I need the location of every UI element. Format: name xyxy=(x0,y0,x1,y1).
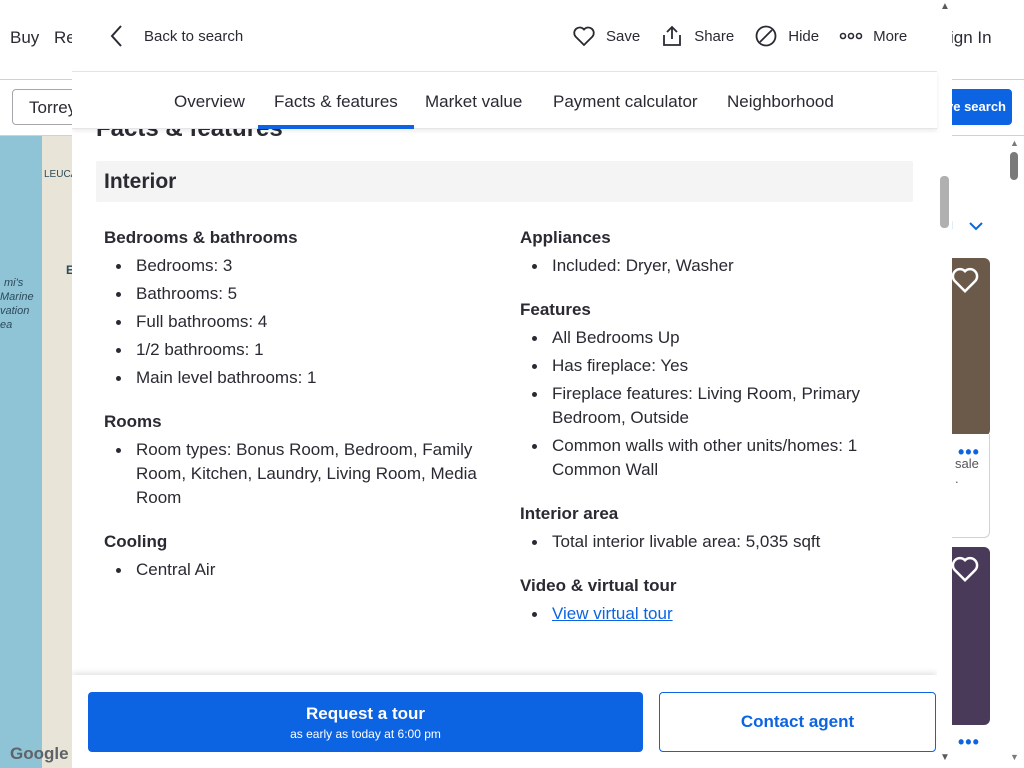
tab-neighborhood[interactable]: Neighborhood xyxy=(711,72,850,129)
fact-item: Has fireplace: Yes xyxy=(520,354,880,378)
page-scrollbar-thumb[interactable] xyxy=(1010,152,1018,180)
facts-features-content[interactable]: Facts & features Interior Bedrooms & bat… xyxy=(72,129,937,675)
tab-market-value[interactable]: Market value xyxy=(409,72,538,129)
map-label: mi's xyxy=(4,277,24,289)
listing-card-text: . xyxy=(955,471,959,486)
section-title: Facts & features xyxy=(96,129,283,143)
scroll-down-arrow-icon[interactable]: ▼ xyxy=(940,752,950,763)
sign-in-link[interactable]: ign In xyxy=(950,28,992,48)
fact-item: View virtual tour xyxy=(520,602,880,626)
heart-icon[interactable] xyxy=(950,554,980,584)
group-title: Bedrooms & bathrooms xyxy=(104,228,298,247)
save-label: Save xyxy=(606,27,641,45)
appliances-group: Appliances Included: Dryer, Washer xyxy=(520,226,900,278)
more-label: More xyxy=(873,27,908,45)
scroll-up-arrow-icon[interactable]: ▲ xyxy=(940,1,950,12)
request-tour-sublabel: as early as today at 6:00 pm xyxy=(290,727,441,741)
group-title: Appliances xyxy=(520,228,611,247)
fact-item: Central Air xyxy=(104,558,484,582)
tab-payment-calculator[interactable]: Payment calculator xyxy=(537,72,714,129)
rooms-group: Rooms Room types: Bonus Room, Bedroom, F… xyxy=(104,410,484,510)
map-attribution: Google xyxy=(10,744,69,763)
scroll-down-arrow-icon[interactable]: ▼ xyxy=(1010,752,1019,762)
map-label: LEUCA xyxy=(44,169,72,180)
cooling-group: Cooling Central Air xyxy=(104,530,484,582)
more-button[interactable]: More xyxy=(839,24,907,48)
group-title: Rooms xyxy=(104,412,162,431)
fact-item: Total interior livable area: 5,035 sqft xyxy=(520,530,880,554)
tab-facts-features[interactable]: Facts & features xyxy=(258,72,414,129)
bedrooms-bathrooms-group: Bedrooms & bathrooms Bedrooms: 3 Bathroo… xyxy=(104,226,484,390)
more-dots-icon xyxy=(839,32,863,40)
fact-item: Full bathrooms: 4 xyxy=(104,310,484,334)
more-dots-icon[interactable]: ••• xyxy=(958,442,980,463)
facts-right-column: Appliances Included: Dryer, Washer Featu… xyxy=(520,226,900,646)
facts-left-column: Bedrooms & bathrooms Bedrooms: 3 Bathroo… xyxy=(104,226,484,602)
heart-icon[interactable] xyxy=(950,265,980,295)
request-tour-label: Request a tour xyxy=(305,704,426,723)
save-button[interactable]: Save xyxy=(572,24,640,48)
features-group: Features All Bedrooms Up Has fireplace: … xyxy=(520,298,900,482)
fact-item: 1/2 bathrooms: 1 xyxy=(104,338,484,362)
hide-label: Hide xyxy=(788,27,820,45)
video-tour-group: Video & virtual tour View virtual tour xyxy=(520,574,900,626)
group-title: Cooling xyxy=(104,532,168,551)
listing-actions: Save Share Hide More xyxy=(572,22,927,50)
back-to-search-label: Back to search xyxy=(144,27,244,45)
modal-footer: Request a tour as early as today at 6:00… xyxy=(72,675,937,768)
nav-buy[interactable]: Buy xyxy=(10,28,39,48)
group-title: Features xyxy=(520,300,591,319)
chevron-left-icon xyxy=(110,25,122,47)
share-label: Share xyxy=(694,27,735,45)
more-dots-icon[interactable]: ••• xyxy=(958,732,980,753)
hide-button[interactable]: Hide xyxy=(754,24,819,48)
share-icon xyxy=(663,25,682,46)
heart-icon xyxy=(573,26,595,47)
map-land xyxy=(42,136,72,768)
listing-detail-modal: Back to search Save Share Hide More Over… xyxy=(72,0,952,768)
fact-item: Room types: Bonus Room, Bedroom, Family … xyxy=(104,438,484,510)
share-button[interactable]: Share xyxy=(660,24,734,48)
contact-agent-button[interactable]: Contact agent xyxy=(659,692,936,752)
fact-item: Common walls with other units/homes: 1 C… xyxy=(520,434,880,482)
hide-icon xyxy=(755,25,777,47)
request-tour-button[interactable]: Request a tour as early as today at 6:00… xyxy=(88,692,643,752)
scroll-up-arrow-icon[interactable]: ▲ xyxy=(1010,138,1019,148)
fact-item: Included: Dryer, Washer xyxy=(520,254,880,278)
page-scrollbar[interactable]: ▲ ▼ xyxy=(1004,136,1024,768)
map-label: Marine xyxy=(0,291,34,303)
fact-item: Bedrooms: 3 xyxy=(104,254,484,278)
fact-item: Main level bathrooms: 1 xyxy=(104,366,484,390)
back-to-search-button[interactable]: Back to search xyxy=(106,22,243,50)
map[interactable]: LEUCA mi's Marine vation ea E Google xyxy=(0,136,72,768)
interior-area-group: Interior area Total interior livable are… xyxy=(520,502,900,554)
modal-top-bar: Back to search Save Share Hide More xyxy=(72,0,937,72)
group-title: Interior area xyxy=(520,504,619,523)
fact-item: Bathrooms: 5 xyxy=(104,282,484,306)
subsection-title: Interior xyxy=(96,161,913,202)
map-label: ea xyxy=(0,319,13,331)
fact-item: Fireplace features: Living Room, Primary… xyxy=(520,382,880,430)
view-virtual-tour-link[interactable]: View virtual tour xyxy=(552,604,673,623)
modal-scrollbar-thumb[interactable] xyxy=(940,176,949,228)
group-title: Video & virtual tour xyxy=(520,576,677,595)
map-label: vation xyxy=(0,305,30,317)
chevron-down-icon xyxy=(969,222,983,231)
fact-item: All Bedrooms Up xyxy=(520,326,880,350)
modal-scrollbar[interactable]: ▲ ▼ xyxy=(937,0,952,768)
listing-tabs: Overview Facts & features Market value P… xyxy=(72,72,937,129)
tab-overview[interactable]: Overview xyxy=(158,72,261,129)
